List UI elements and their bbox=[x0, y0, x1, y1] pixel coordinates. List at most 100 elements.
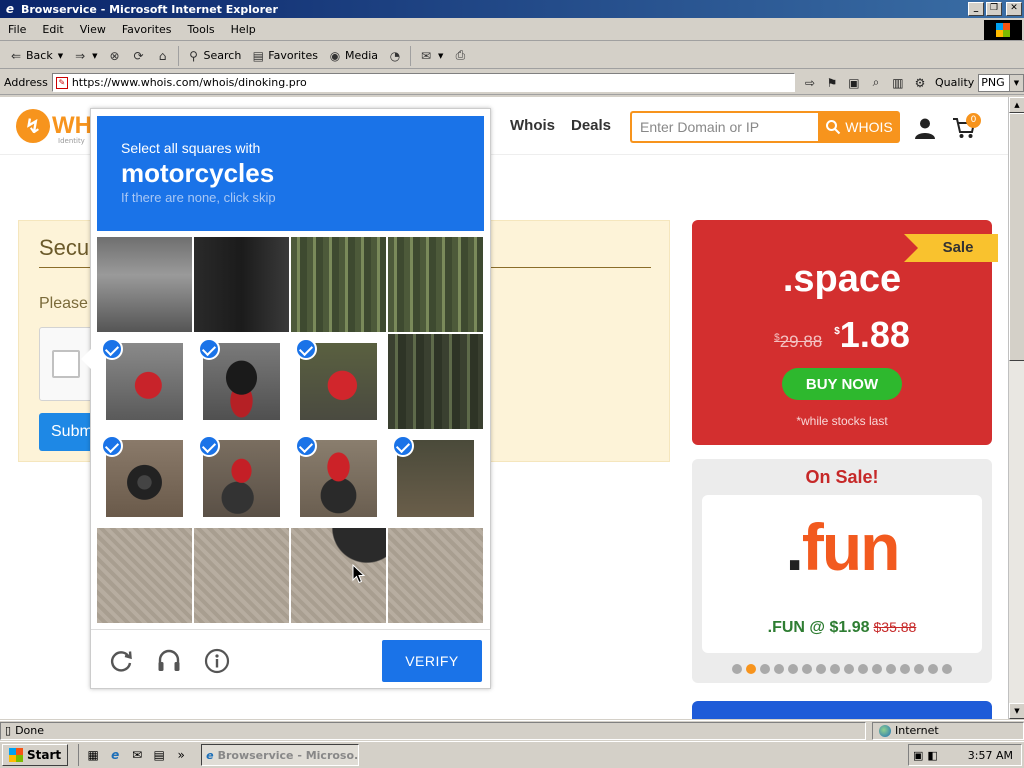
back-button[interactable]: ⇐ Back ▼ bbox=[4, 45, 68, 67]
captcha-tile[interactable] bbox=[388, 431, 483, 526]
scroll-down-icon[interactable]: ▼ bbox=[1009, 703, 1024, 719]
captcha-tile[interactable] bbox=[97, 334, 192, 429]
captcha-tile[interactable] bbox=[291, 528, 386, 623]
captcha-tile[interactable] bbox=[388, 334, 483, 429]
restore-button[interactable]: ❐ bbox=[986, 2, 1002, 16]
user-account-icon[interactable] bbox=[914, 117, 936, 139]
captcha-tile[interactable] bbox=[291, 237, 386, 332]
captcha-tile[interactable] bbox=[97, 237, 192, 332]
volume-icon[interactable]: ◧ bbox=[927, 749, 937, 762]
favorites-button[interactable]: ▤ Favorites bbox=[246, 45, 323, 67]
settings-icon[interactable]: ⚙ bbox=[911, 74, 929, 92]
info-icon[interactable] bbox=[204, 648, 230, 674]
captcha-tile[interactable] bbox=[194, 334, 289, 429]
mail-button[interactable]: ✉ ▼ bbox=[414, 45, 448, 67]
scroll-thumb[interactable] bbox=[1009, 113, 1024, 361]
promo-fun-card[interactable]: On Sale! .fun .FUN @ $1.98 $35.88 bbox=[692, 459, 992, 683]
promo-prices: $29.88 $1.88 bbox=[692, 314, 992, 356]
menu-edit[interactable]: Edit bbox=[34, 23, 71, 36]
history-button[interactable]: ◔ bbox=[383, 45, 407, 67]
domain-search-input[interactable] bbox=[630, 111, 818, 143]
carousel-dot[interactable] bbox=[900, 664, 910, 674]
taskbar-window-browservice[interactable]: e Browservice - Microso... bbox=[201, 744, 360, 766]
captcha-tile[interactable] bbox=[388, 237, 483, 332]
carousel-dot[interactable] bbox=[746, 664, 756, 674]
audio-headphones-icon[interactable] bbox=[156, 648, 182, 674]
carousel-dot[interactable] bbox=[872, 664, 882, 674]
carousel-dot[interactable] bbox=[942, 664, 952, 674]
find-icon[interactable]: ⌕ bbox=[867, 74, 885, 92]
explorer-icon[interactable]: ▤ bbox=[151, 747, 167, 763]
captcha-tile[interactable] bbox=[97, 528, 192, 623]
site-logo[interactable]: ↯ WH Identity bbox=[16, 109, 92, 145]
menu-help[interactable]: Help bbox=[223, 23, 264, 36]
carousel-dot[interactable] bbox=[788, 664, 798, 674]
tile-image bbox=[388, 528, 483, 623]
carousel-dot[interactable] bbox=[732, 664, 742, 674]
verify-button[interactable]: VERIFY bbox=[382, 640, 482, 682]
captcha-tile[interactable] bbox=[194, 431, 289, 526]
carousel-dot[interactable] bbox=[914, 664, 924, 674]
show-desktop-icon[interactable]: ▦ bbox=[85, 747, 101, 763]
nav-link-deals[interactable]: Deals bbox=[571, 117, 611, 134]
print-button[interactable]: ⎙ bbox=[448, 45, 472, 67]
quality-select[interactable]: PNG ▼ bbox=[978, 73, 1024, 92]
carousel-dot[interactable] bbox=[830, 664, 840, 674]
whois-search-button[interactable]: WHOIS bbox=[818, 111, 900, 143]
media-button[interactable]: ◉ Media bbox=[323, 45, 383, 67]
refresh-button[interactable]: ⟳ bbox=[127, 45, 151, 67]
page-save-icon[interactable]: ▣ bbox=[845, 74, 863, 92]
ie-launch-icon[interactable]: e bbox=[107, 747, 123, 763]
whois-search-label: WHOIS bbox=[845, 119, 893, 135]
cart-count-badge: 0 bbox=[966, 113, 981, 128]
scroll-up-icon[interactable]: ▲ bbox=[1009, 97, 1024, 113]
recaptcha-checkbox[interactable] bbox=[52, 350, 80, 378]
more-chevron-icon[interactable]: » bbox=[173, 747, 189, 763]
vertical-scrollbar[interactable]: ▲ ▼ bbox=[1008, 97, 1024, 719]
security-prompt: Please bbox=[39, 295, 88, 312]
promo-space-card[interactable]: Sale .space $29.88 $1.88 BUY NOW *while … bbox=[692, 220, 998, 445]
carousel-dot[interactable] bbox=[928, 664, 938, 674]
minimize-button[interactable]: _ bbox=[968, 2, 984, 16]
outlook-icon[interactable]: ✉ bbox=[129, 747, 145, 763]
carousel-dot[interactable] bbox=[844, 664, 854, 674]
captcha-tile[interactable] bbox=[194, 237, 289, 332]
captcha-tile[interactable] bbox=[291, 431, 386, 526]
carousel-dot[interactable] bbox=[816, 664, 826, 674]
go-arrow-icon[interactable]: ⇨ bbox=[801, 74, 819, 92]
back-dropdown-icon[interactable]: ▼ bbox=[58, 52, 63, 60]
close-button[interactable]: ✕ bbox=[1006, 2, 1022, 16]
address-input[interactable]: ✎ https://www.whois.com/whois/dinoking.p… bbox=[51, 73, 795, 92]
menu-view[interactable]: View bbox=[72, 23, 114, 36]
search-button[interactable]: ⚲ Search bbox=[182, 45, 247, 67]
carousel-dot[interactable] bbox=[774, 664, 784, 674]
forward-dropdown-icon[interactable]: ▼ bbox=[92, 52, 97, 60]
menu-file[interactable]: File bbox=[0, 23, 34, 36]
start-button[interactable]: Start bbox=[2, 744, 69, 766]
mail-dropdown-icon[interactable]: ▼ bbox=[438, 52, 443, 60]
bookmark-icon[interactable]: ⚑ bbox=[823, 74, 841, 92]
captcha-tile[interactable] bbox=[97, 431, 192, 526]
fun-banner[interactable]: .fun .FUN @ $1.98 $35.88 bbox=[702, 495, 982, 653]
search-icon: ⚲ bbox=[189, 48, 198, 63]
menu-tools[interactable]: Tools bbox=[180, 23, 223, 36]
carousel-dot[interactable] bbox=[858, 664, 868, 674]
reload-icon[interactable] bbox=[108, 648, 134, 674]
menu-favorites[interactable]: Favorites bbox=[114, 23, 180, 36]
carousel-dot[interactable] bbox=[760, 664, 770, 674]
clipboard-icon[interactable]: ▥ bbox=[889, 74, 907, 92]
stop-button[interactable]: ⊗ bbox=[103, 45, 127, 67]
carousel-dot[interactable] bbox=[802, 664, 812, 674]
captcha-tile[interactable] bbox=[291, 334, 386, 429]
back-label: Back bbox=[26, 49, 53, 62]
carousel-dot[interactable] bbox=[886, 664, 896, 674]
forward-button[interactable]: ⇒ ▼ bbox=[68, 45, 102, 67]
captcha-tile[interactable] bbox=[388, 528, 483, 623]
nav-link-whois[interactable]: Whois bbox=[510, 117, 555, 134]
promo-next-card[interactable] bbox=[692, 701, 992, 719]
home-button[interactable]: ⌂ bbox=[151, 45, 175, 67]
network-icon[interactable]: ▣ bbox=[913, 749, 923, 762]
buy-now-button[interactable]: BUY NOW bbox=[782, 368, 902, 400]
captcha-tile[interactable] bbox=[194, 528, 289, 623]
search-label: Search bbox=[203, 49, 242, 62]
